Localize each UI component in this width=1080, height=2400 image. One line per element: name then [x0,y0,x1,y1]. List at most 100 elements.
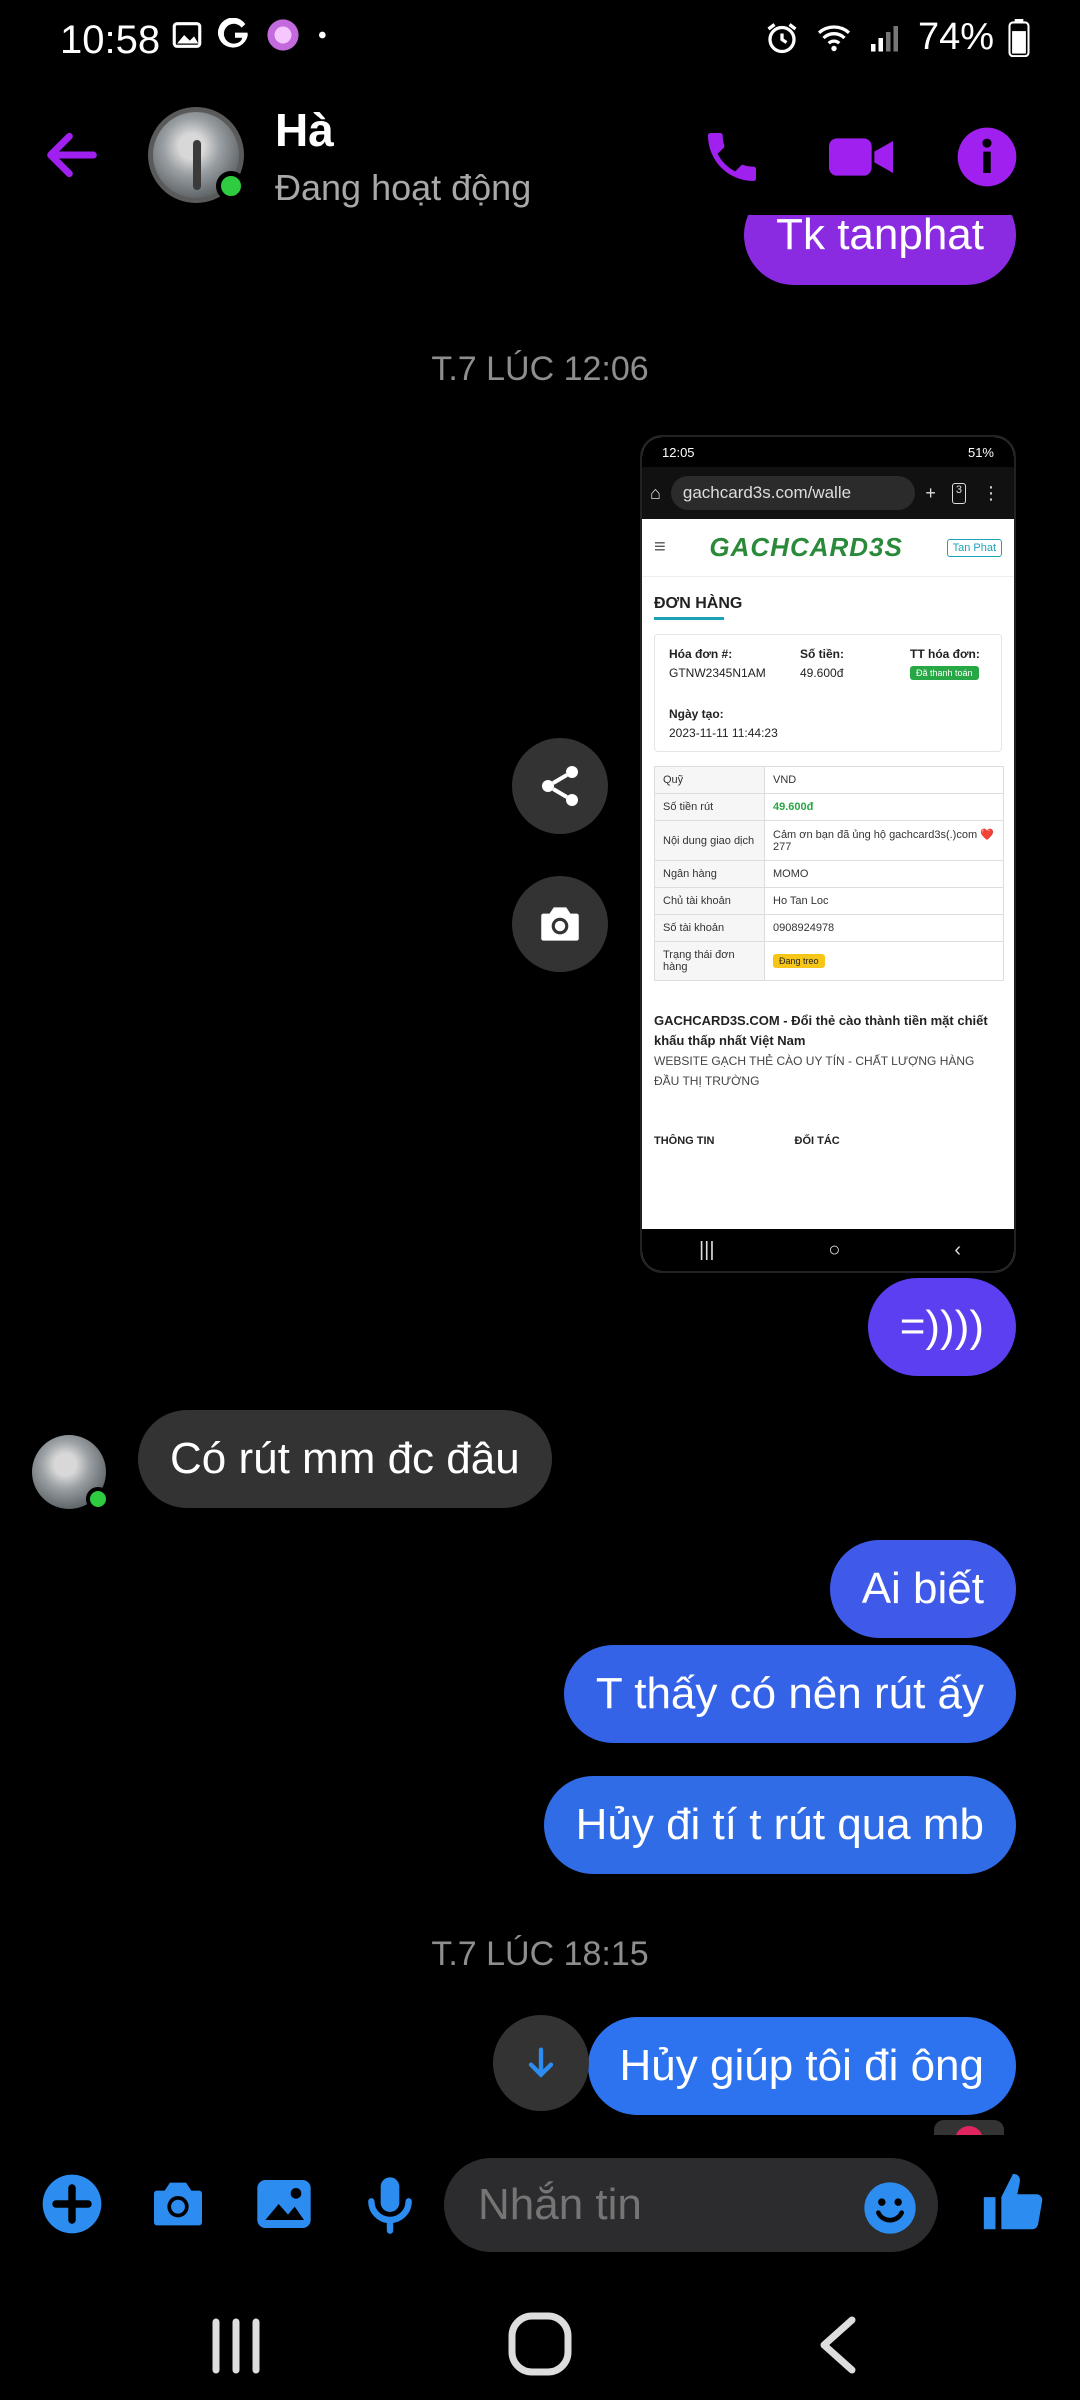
message-sent[interactable]: Ai biết [829,1540,1016,1638]
contact-avatar[interactable] [148,107,246,203]
tabs-icon: 3 [951,482,966,504]
timestamp: T.7 LÚC 18:15 [431,1935,649,1973]
shot-url-icons: + 3 ⋮ [925,482,1006,504]
status-right: 74% [764,16,1030,59]
amount-label: Số tiền: [800,647,844,661]
date-value: 2023-11-11 11:44:23 [669,726,778,740]
app-icon [267,19,299,51]
amount-value: 49.600đ [800,666,844,680]
shot-battery: 51% [967,444,994,460]
share-button[interactable] [512,738,608,834]
back-arrow-icon[interactable] [40,123,104,187]
table-value: Cảm ơn bạn đã ủng hộ gachcard3s(.)com ❤️… [764,820,1004,861]
message-sent[interactable]: Hủy đi tí t rút qua mb [543,1776,1016,1874]
info-icon[interactable] [955,125,1019,189]
footer-title: GACHCARD3S.COM - Đổi thẻ cào thành tiền … [654,1013,988,1048]
table-key: Số tiền rút [654,793,765,821]
arrow-down-icon [528,2047,554,2078]
shot-footer: GACHCARD3S.COM - Đổi thẻ cào thành tiền … [642,981,1014,1151]
table-row: Trạng thái đơn hàng Đang treo [654,941,1004,981]
invoice-label: Hóa đơn #: [669,647,733,661]
menu-icon: ≡ [654,536,666,558]
footer-col: THÔNG TIN [654,1135,715,1147]
scroll-to-bottom-button[interactable] [493,2015,589,2111]
plus-icon[interactable] [40,2172,104,2236]
gallery-icon[interactable] [252,2172,316,2236]
heart-icon [955,2126,983,2135]
table-row: Số tiền rút 49.600đ [654,793,1004,821]
footer-col: ĐỐI TÁC [794,1135,840,1147]
table-key: Số tài khoản [654,914,765,942]
plus-icon: + [925,482,936,503]
save-image-button[interactable] [512,876,608,972]
status-bar: 10:58 74% [0,0,1080,80]
invoice-value: GTNW2345N1AM [669,666,766,680]
table-value: Ho Tan Loc [764,887,1004,915]
battery-icon [1008,18,1030,57]
camera-icon [541,907,579,941]
footer-subtitle: WEBSITE GẠCH THẺ CÀO UY TÍN - CHẤT LƯỢNG… [654,1054,975,1088]
message-list[interactable]: Tk tanphat T.7 LÚC 12:06 12:05 51% ⌂ gac… [0,215,1080,2135]
table-key: Chủ tài khoản [654,887,765,915]
share-icon [542,766,578,806]
signal-icon [870,25,898,51]
gallery-icon [172,22,202,48]
contact-name[interactable]: Hà [275,103,334,157]
back-icon[interactable] [800,2310,880,2380]
recents-icon: ||| [698,1238,715,1261]
timestamp: T.7 LÚC 12:06 [431,350,649,388]
camera-icon[interactable] [146,2172,210,2236]
message-sent[interactable]: Tk tanphat [744,215,1016,285]
status-time: 10:58 [60,18,161,62]
user-tag: Tan Phat [946,538,1002,557]
shot-url: gachcard3s.com/walle [670,476,916,510]
section-title: ĐƠN HÀNG [654,595,743,612]
shot-status-bar: 12:05 51% [642,437,1014,467]
order-table: Quỹ VND Số tiền rút 49.600đ Nội dung giao … [654,766,1004,981]
table-row: Chủ tài khoản Ho Tan Loc [654,887,1004,915]
table-key: Nội dung giao dịch [654,820,765,861]
message-sent[interactable]: T thấy có nên rút ấy [563,1645,1016,1743]
sender-avatar[interactable] [32,1435,110,1511]
table-row: Ngân hàng MOMO [654,860,1004,888]
phone-icon[interactable] [700,125,764,189]
home-icon: ⌂ [650,482,661,503]
video-call-icon[interactable] [826,125,896,189]
battery-percent: 74% [917,16,994,58]
microphone-icon[interactable] [358,2172,422,2236]
emoji-icon[interactable] [862,2180,918,2236]
home-icon[interactable] [500,2310,580,2380]
contact-status: Đang hoạt động [275,167,532,208]
home-nav-icon: ○ [828,1238,841,1261]
composer [0,2150,1080,2260]
message-received[interactable]: Có rút mm đc đâu [138,1410,552,1508]
reaction-badge[interactable] [934,2120,1004,2135]
table-key: Trạng thái đơn hàng [654,941,765,981]
shot-url-bar: ⌂ gachcard3s.com/walle + 3 ⋮ [642,467,1014,519]
shot-nav-bar: ||| ○ ‹ [642,1229,1014,1271]
table-row: Nội dung giao dịch Cảm ơn bạn đã ủng hộ g… [654,820,1004,861]
recents-icon[interactable] [196,2310,276,2380]
message-sent[interactable]: Hủy giúp tôi đi ông [587,2017,1016,2115]
back-nav-icon: ‹ [954,1238,962,1261]
system-nav-bar [0,2290,1080,2400]
more-icon: ⋮ [982,482,1000,503]
table-value: MOMO [764,860,1004,888]
invoice-status-label: TT hóa đơn: [910,647,980,661]
chat-header: Hà Đang hoạt động [0,95,1080,215]
shot-site-header: ≡ GACHCARD3S Tan Phat [642,519,1014,577]
shot-time: 12:05 [662,444,695,460]
status-left-icons [170,18,334,52]
shared-image[interactable]: 12:05 51% ⌂ gachcard3s.com/walle + 3 ⋮ ≡… [640,435,1016,1273]
like-icon[interactable] [978,2168,1048,2238]
online-indicator [216,171,246,201]
table-value: 49.600đ [764,793,1004,821]
dot-icon [319,31,326,39]
table-row: Quỹ VND [654,766,1004,794]
alarm-icon [767,22,797,53]
site-logo: GACHCARD3S [709,532,903,562]
table-row: Số tài khoản 0908924978 [654,914,1004,942]
google-icon [218,18,248,48]
message-sent[interactable]: =)))) [867,1278,1016,1376]
table-key: Quỹ [654,766,765,794]
